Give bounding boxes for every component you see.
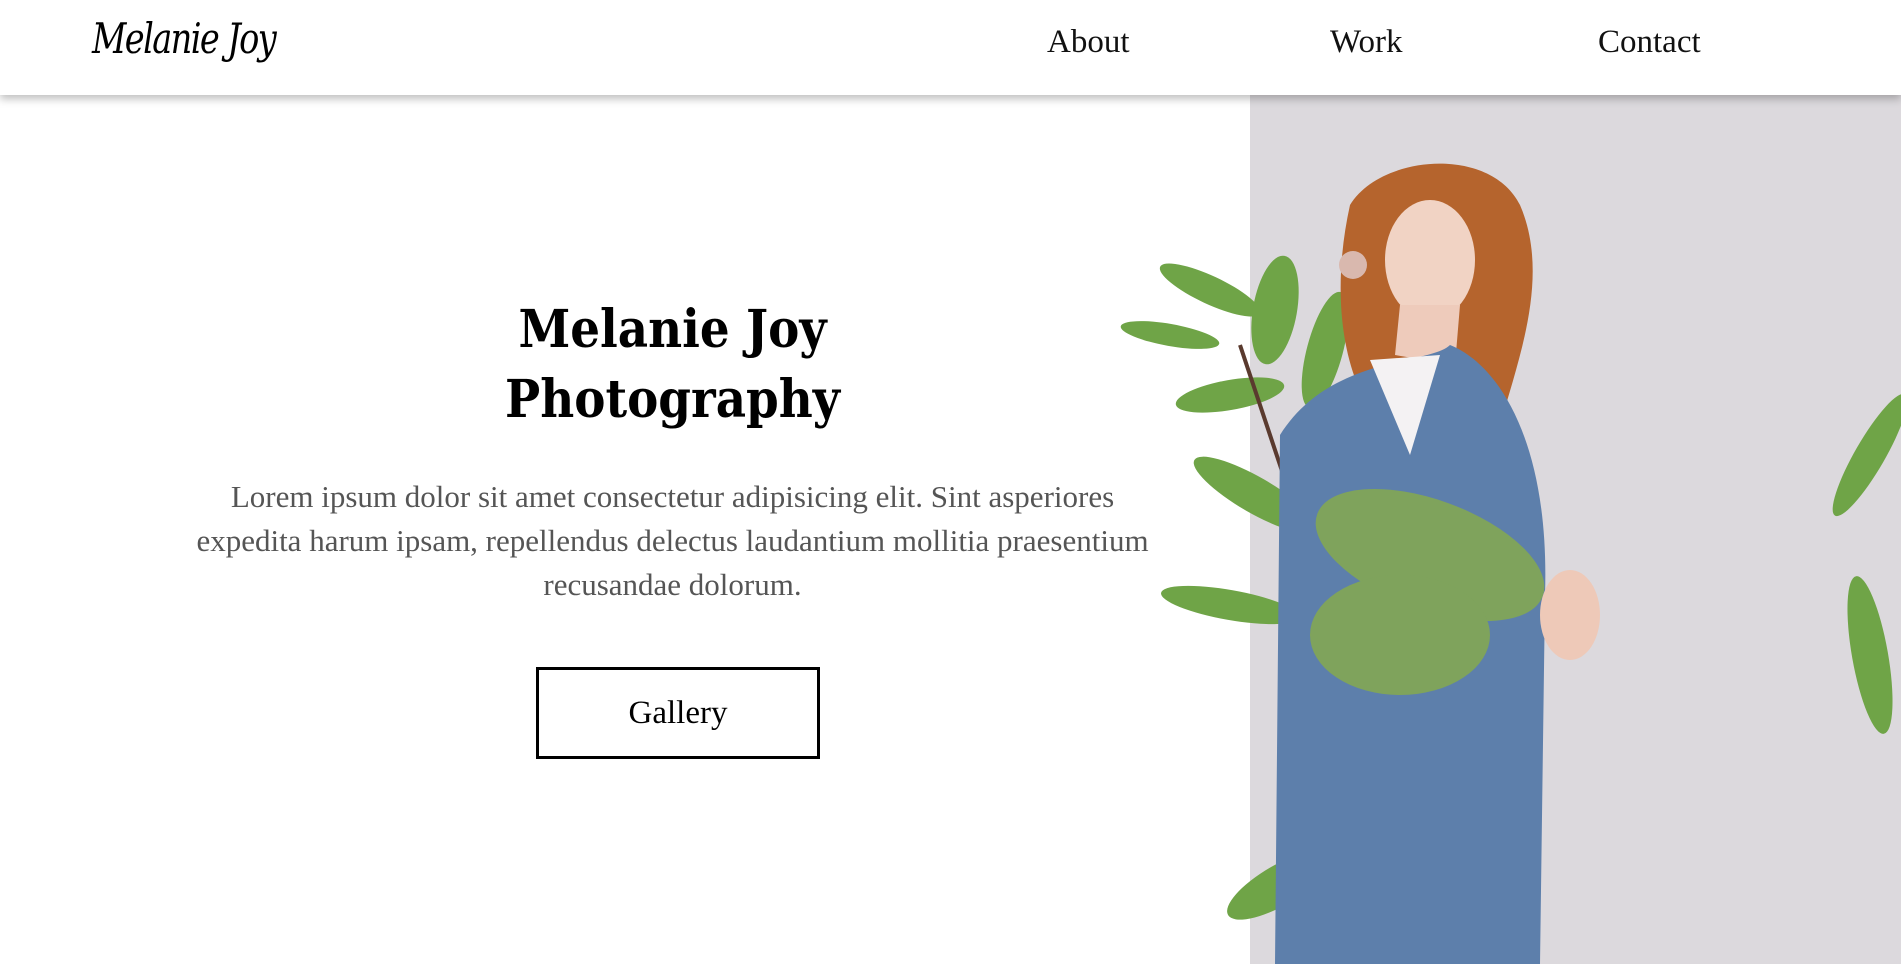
hero-title: Melanie Joy Photography — [238, 295, 1107, 435]
title-line-2: Photography — [505, 369, 840, 430]
site-header: Melanie Joy About Work Contact — [0, 0, 1901, 95]
hero-content: Melanie Joy Photography Lorem ipsum dolo… — [190, 295, 1155, 607]
gallery-button[interactable]: Gallery — [536, 667, 820, 759]
nav-contact[interactable]: Contact — [1598, 24, 1701, 61]
nav-work[interactable]: Work — [1330, 24, 1403, 61]
logo[interactable]: Melanie Joy — [92, 14, 277, 63]
hero-photo — [1120, 95, 1901, 964]
nav-about[interactable]: About — [1047, 24, 1130, 61]
hero-description: Lorem ipsum dolor sit amet consectetur a… — [196, 479, 1149, 602]
title-line-1: Melanie Joy — [518, 299, 827, 360]
